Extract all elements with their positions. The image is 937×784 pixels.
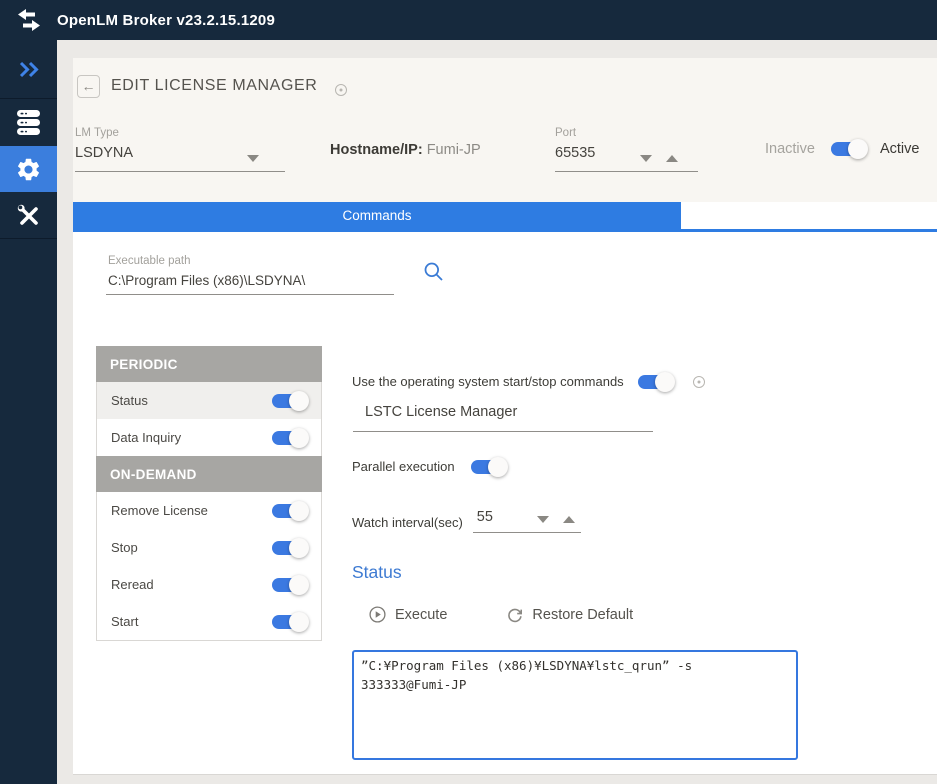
execute-label: Execute <box>395 607 447 623</box>
status-toggle[interactable] <box>272 394 305 408</box>
toggle-knob <box>289 428 309 448</box>
status-command-textarea[interactable]: ”C:¥Program Files (x86)¥LSDYNA¥lstc_qrun… <box>352 650 798 760</box>
service-name-input[interactable]: LSTC License Manager <box>353 404 653 432</box>
port-spinner[interactable]: Port 65535 <box>555 127 698 172</box>
os-commands-toggle[interactable] <box>638 375 671 389</box>
command-label: Remove License <box>111 503 208 518</box>
watch-interval-spinner[interactable]: 55 <box>473 509 581 533</box>
command-label: Start <box>111 614 138 629</box>
stop-toggle[interactable] <box>272 541 305 555</box>
inactive-label: Inactive <box>765 141 815 157</box>
reread-toggle[interactable] <box>272 578 305 592</box>
lm-type-label: LM Type <box>75 127 285 139</box>
watch-interval-label: Watch interval(sec) <box>352 515 463 533</box>
active-label: Active <box>880 141 920 157</box>
os-commands-info-icon[interactable] <box>693 376 705 388</box>
status-actions: Execute Restore Default <box>369 606 633 623</box>
command-label: Stop <box>111 540 138 555</box>
command-row-start[interactable]: Start <box>97 603 321 640</box>
command-list: PERIODIC Status Data Inquiry ON-DEMAND R… <box>96 346 322 641</box>
tab-bar: Commands <box>73 202 937 232</box>
executable-path-underline <box>106 294 394 295</box>
gear-icon <box>15 156 42 183</box>
toggle-knob <box>289 612 309 632</box>
parallel-execution-row: Parallel execution <box>352 459 504 474</box>
executable-path-value[interactable]: C:\Program Files (x86)\LSDYNA\ <box>108 273 305 288</box>
section-header-on-demand: ON-DEMAND <box>96 456 322 492</box>
title-info-icon[interactable] <box>335 84 347 96</box>
section-header-periodic: PERIODIC <box>96 346 322 382</box>
commands-tab-content: Executable path C:\Program Files (x86)\L… <box>73 232 937 775</box>
swap-arrows-icon <box>16 9 42 31</box>
toggle-knob <box>488 457 508 477</box>
restore-default-button[interactable]: Restore Default <box>507 607 633 623</box>
parallel-execution-label: Parallel execution <box>352 459 455 474</box>
toggle-knob <box>848 139 868 159</box>
spinner-up-icon[interactable] <box>666 155 678 162</box>
toggle-knob <box>289 501 309 521</box>
command-label: Status <box>111 393 148 408</box>
browse-path-button[interactable] <box>423 261 444 287</box>
hostname-display: Hostname/IP: Fumi-JP <box>330 142 481 158</box>
command-label: Reread <box>111 577 154 592</box>
port-label: Port <box>555 127 698 139</box>
parallel-execution-toggle[interactable] <box>471 460 504 474</box>
watch-interval-value: 55 <box>477 509 493 525</box>
search-icon <box>423 261 444 282</box>
play-circle-icon <box>369 606 386 623</box>
remove-license-toggle[interactable] <box>272 504 305 518</box>
spinner-down-icon[interactable] <box>537 516 549 523</box>
watch-interval-row: Watch interval(sec) 55 <box>352 509 581 533</box>
double-chevron-right-icon <box>18 61 40 78</box>
refresh-icon <box>507 607 523 623</box>
toggle-knob <box>289 538 309 558</box>
execute-button[interactable]: Execute <box>369 606 447 623</box>
command-row-stop[interactable]: Stop <box>97 529 321 566</box>
tab-commands[interactable]: Commands <box>73 202 681 229</box>
sidebar-item-settings[interactable] <box>0 146 57 192</box>
sidebar <box>0 40 57 784</box>
command-row-data-inquiry[interactable]: Data Inquiry <box>97 419 321 456</box>
command-row-status[interactable]: Status <box>97 382 321 419</box>
status-section-title: Status <box>352 562 402 583</box>
app-title: OpenLM Broker v23.2.15.1209 <box>57 12 275 29</box>
hostname-value: Fumi-JP <box>427 142 481 158</box>
lm-type-select[interactable]: LM Type LSDYNA <box>75 127 285 172</box>
toggle-knob <box>289 391 309 411</box>
chevron-down-icon[interactable] <box>247 155 259 162</box>
spinner-up-icon[interactable] <box>563 516 575 523</box>
toggle-knob <box>655 372 675 392</box>
top-bar: OpenLM Broker v23.2.15.1209 <box>0 0 937 40</box>
sidebar-item-tools[interactable] <box>0 192 57 239</box>
active-toggle[interactable] <box>831 142 864 156</box>
toggle-knob <box>289 575 309 595</box>
back-button[interactable]: ← <box>77 75 100 98</box>
spinner-down-icon[interactable] <box>640 155 652 162</box>
os-commands-label: Use the operating system start/stop comm… <box>352 374 624 389</box>
page-title: EDIT LICENSE MANAGER <box>111 77 317 95</box>
app-logo[interactable] <box>0 9 57 31</box>
sidebar-item-brokers[interactable] <box>0 99 57 146</box>
sidebar-expand-button[interactable] <box>0 40 57 99</box>
data-inquiry-toggle[interactable] <box>272 431 305 445</box>
command-row-reread[interactable]: Reread <box>97 566 321 603</box>
restore-default-label: Restore Default <box>532 607 633 623</box>
server-stack-icon <box>16 109 41 136</box>
command-row-remove-license[interactable]: Remove License <box>97 492 321 529</box>
os-commands-row: Use the operating system start/stop comm… <box>352 374 705 389</box>
command-label: Data Inquiry <box>111 430 181 445</box>
executable-path-label: Executable path <box>108 255 190 267</box>
crossed-tools-icon <box>15 202 42 229</box>
hostname-label: Hostname/IP: <box>330 142 423 158</box>
start-toggle[interactable] <box>272 615 305 629</box>
edit-license-manager-card: ← EDIT LICENSE MANAGER LM Type LSDYNA Ho… <box>73 58 937 202</box>
active-state-switch: Inactive Active <box>765 141 919 157</box>
